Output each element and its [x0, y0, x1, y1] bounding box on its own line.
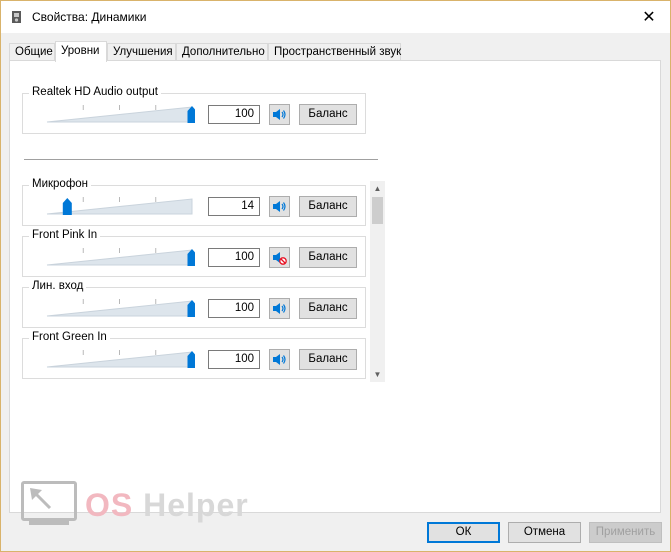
front-green-mute-button[interactable] [269, 349, 290, 370]
input-label: Микрофон [29, 178, 92, 190]
input-group-front-green: Front Green In 100 Баланс [22, 331, 366, 379]
levels-panel: Realtek HD Audio output 100 Баланс Микро… [9, 60, 661, 513]
input-group-front-pink: Front Pink In 100 Баланс [22, 229, 366, 277]
line-in-mute-button[interactable] [269, 298, 290, 319]
speaker-body [273, 109, 280, 120]
output-volume-value[interactable]: 100 [208, 105, 260, 124]
sound-wave [283, 355, 286, 364]
output-volume-slider[interactable] [45, 103, 195, 125]
slider-graphic [46, 299, 195, 317]
tab-levels[interactable]: Уровни [55, 41, 107, 62]
microphone-balance-button[interactable]: Баланс [299, 196, 357, 217]
ok-button[interactable]: ОК [427, 522, 500, 543]
sound-wave [281, 111, 284, 118]
slider-graphic [46, 248, 195, 266]
cancel-button[interactable]: Отмена [508, 522, 581, 543]
sound-wave [283, 202, 286, 211]
front-pink-balance-button[interactable]: Баланс [299, 247, 357, 268]
output-label: Realtek HD Audio output [29, 86, 161, 98]
tab-enhancements[interactable]: Улучшения [107, 43, 176, 60]
input-label: Лин. вход [29, 280, 87, 292]
line-in-volume-slider[interactable] [45, 297, 195, 319]
input-group-microphone: Микрофон 14 Баланс [22, 178, 366, 226]
slider-thumb [62, 198, 72, 215]
slider-graphic [46, 197, 193, 215]
sound-wave [281, 356, 284, 363]
speaker-icon [273, 201, 286, 212]
line-in-volume-value[interactable]: 100 [208, 299, 260, 318]
slider-graphic [46, 350, 195, 368]
speaker-icon [273, 303, 286, 314]
microphone-volume-value[interactable]: 14 [208, 197, 260, 216]
input-group-line-in: Лин. вход 100 Баланс [22, 280, 366, 328]
speaker-icon [273, 354, 286, 365]
watermark-logo: OS Helper [21, 481, 261, 527]
slider-graphic [46, 105, 195, 123]
front-pink-volume-value[interactable]: 100 [208, 248, 260, 267]
apply-button[interactable]: Применить [589, 522, 662, 543]
front-pink-volume-slider[interactable] [45, 246, 195, 268]
microphone-mute-button[interactable] [269, 196, 290, 217]
front-pink-mute-button[interactable] [269, 247, 290, 268]
window-title: Свойства: Динамики [32, 10, 147, 24]
speaker-body [273, 252, 280, 263]
sound-wave [283, 110, 286, 119]
sound-wave [283, 304, 286, 313]
microphone-volume-slider[interactable] [45, 195, 195, 217]
tab-advanced[interactable]: Дополнительно [176, 43, 268, 60]
monitor-stand [29, 521, 69, 525]
scroll-down-icon[interactable]: ▼ [370, 367, 385, 382]
output-group: Realtek HD Audio output 100 Баланс [22, 86, 366, 134]
front-green-volume-slider[interactable] [45, 348, 195, 370]
speaker-app-icon [12, 11, 21, 23]
properties-window: Свойства: Динамики ✕ Общие Уровни Улучше… [0, 0, 671, 552]
sound-wave [281, 203, 284, 210]
close-button[interactable]: ✕ [629, 1, 669, 33]
scroll-up-icon[interactable]: ▲ [370, 181, 385, 196]
input-label: Front Pink In [29, 229, 101, 241]
monitor-icon [21, 481, 77, 521]
speaker-body [273, 354, 280, 365]
input-label: Front Green In [29, 331, 110, 343]
inputs-scrollbar[interactable]: ▲ ▼ [370, 181, 385, 382]
title-bar: Свойства: Динамики ✕ [1, 1, 670, 33]
output-balance-button[interactable]: Баланс [299, 104, 357, 125]
watermark-text: OS Helper [85, 487, 249, 523]
separator [24, 159, 378, 160]
speaker-muted-icon [273, 252, 287, 265]
sound-wave [281, 305, 284, 312]
front-green-volume-value[interactable]: 100 [208, 350, 260, 369]
close-icon: ✕ [642, 9, 656, 26]
tab-general[interactable]: Общие [9, 43, 55, 60]
scrollbar-thumb[interactable] [372, 197, 383, 224]
front-green-balance-button[interactable]: Баланс [299, 349, 357, 370]
speaker-icon [273, 109, 286, 120]
cursor-arrow-icon [30, 488, 52, 510]
tab-spatial-sound[interactable]: Пространственный звук [268, 43, 401, 60]
speaker-body [273, 201, 280, 212]
speaker-body [273, 303, 280, 314]
output-mute-button[interactable] [269, 104, 290, 125]
line-in-balance-button[interactable]: Баланс [299, 298, 357, 319]
